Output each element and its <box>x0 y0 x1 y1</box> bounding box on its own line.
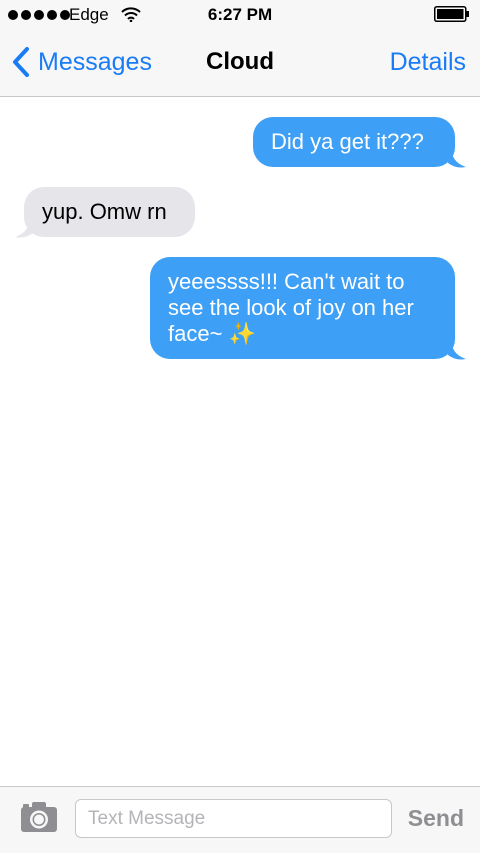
message-bubble-incoming[interactable]: yup. Omw rn <box>24 187 195 237</box>
message-text: yup. Omw rn <box>42 199 167 224</box>
send-button[interactable]: Send <box>408 805 464 832</box>
bubble-tail <box>15 223 33 238</box>
message-bubble-outgoing[interactable]: yeeessss!!! Can't wait to see the look o… <box>150 257 455 359</box>
details-button[interactable]: Details <box>390 48 466 77</box>
battery-icon <box>434 6 469 22</box>
camera-icon[interactable] <box>20 801 58 833</box>
message-thread[interactable]: Did ya get it??? yup. Omw rn yeeessss!!!… <box>0 97 480 785</box>
message-text-line: see the look of joy on her <box>168 295 414 320</box>
message-text-line: face~ ✨ <box>168 321 256 346</box>
message-text-field[interactable] <box>75 799 392 838</box>
bubble-tail <box>448 153 466 168</box>
status-time: 6:27 PM <box>207 5 273 24</box>
message-input-bar: Send <box>0 786 480 853</box>
status-bar: Edge 6:27 PM <box>0 0 480 30</box>
message-text: Did ya get it??? <box>271 129 424 154</box>
sparkles-icon: ✨ <box>228 321 256 346</box>
navigation-bar: Messages Cloud Details <box>0 30 480 97</box>
message-bubble-outgoing[interactable]: Did ya get it??? <box>253 117 455 167</box>
bubble-tail <box>448 345 466 360</box>
message-text-line: yeeessss!!! Can't wait to <box>168 269 405 294</box>
